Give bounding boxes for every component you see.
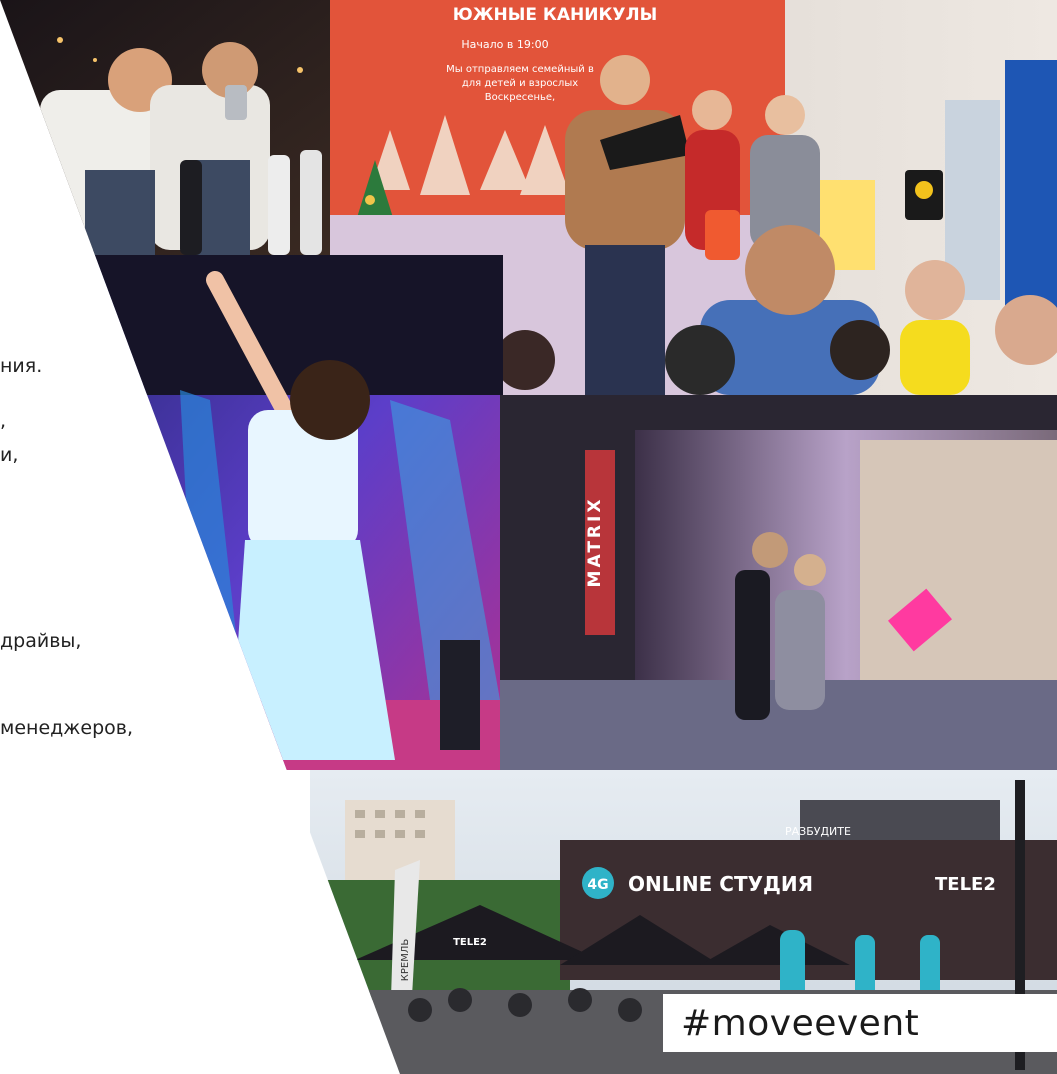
studio-title: ONLINE СТУДИЯ xyxy=(628,872,813,896)
banner-desc: Воскресенье, xyxy=(485,92,555,103)
banner-desc: Мы отправляем семейный в xyxy=(446,64,594,75)
banner-title: ЮЖНЫЕ КАНИКУЛЫ xyxy=(453,5,657,25)
hashtag-label: #moveevent xyxy=(663,994,1057,1052)
banner-desc: для детей и взрослых xyxy=(462,78,578,89)
hashtag-text: #moveevent xyxy=(681,1002,920,1044)
banner-time: Начало в 19:00 xyxy=(461,38,548,51)
dance-photo xyxy=(95,255,503,770)
stage-photo: MATRIX xyxy=(500,395,1057,770)
photo-collage: ЮЖНЫЕ КАНИКУЛЫ Начало в 19:00 Мы отправл… xyxy=(0,0,1057,1074)
studio-banner-text: РАЗБУДИТЕ xyxy=(785,825,851,838)
bartender-photo xyxy=(0,0,335,255)
studio-brand: TELE2 xyxy=(935,874,996,895)
studio-badge-4g: 4G xyxy=(587,877,608,893)
flag-text: КРЕМЛЬ xyxy=(400,939,411,982)
umbrella-brand: TELE2 xyxy=(453,937,487,948)
matrix-brand-text: MATRIX xyxy=(585,497,605,588)
